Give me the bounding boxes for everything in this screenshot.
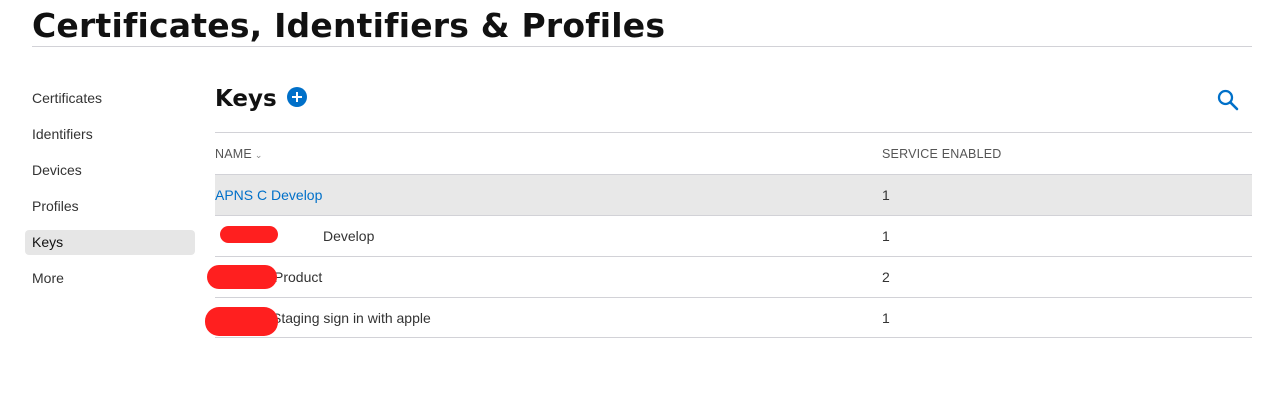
key-name: Develop bbox=[323, 228, 375, 244]
section-title: Keys bbox=[215, 86, 277, 112]
redaction-mark bbox=[207, 265, 277, 289]
sidebar-item-identifiers[interactable]: Identifiers bbox=[25, 122, 195, 147]
table-row[interactable]: APNS C Develop 1 bbox=[215, 174, 1252, 215]
keys-header: Keys bbox=[215, 86, 1252, 114]
column-header-name-label: NAME bbox=[215, 147, 252, 161]
redaction-mark bbox=[205, 307, 278, 336]
column-header-name[interactable]: NAME ⌄ bbox=[215, 147, 263, 161]
sidebar-item-certificates[interactable]: Certificates bbox=[25, 86, 195, 111]
service-count: 2 bbox=[882, 269, 890, 285]
key-name: Product bbox=[274, 269, 323, 285]
column-header-service: SERVICE ENABLED bbox=[882, 147, 1002, 161]
search-icon[interactable] bbox=[1216, 88, 1240, 112]
service-count: 1 bbox=[882, 310, 890, 326]
plus-circle-icon[interactable] bbox=[287, 87, 308, 107]
sidebar-item-profiles[interactable]: Profiles bbox=[25, 194, 195, 219]
page-title: Certificates, Identifiers & Profiles bbox=[32, 6, 666, 45]
service-count: 1 bbox=[882, 187, 890, 203]
keys-panel: Keys NAME ⌄ SERVICE ENABLED APNS C Develo… bbox=[205, 86, 1252, 338]
table-row[interactable]: Product 2 bbox=[207, 256, 1252, 297]
sidebar: Certificates Identifiers Devices Profile… bbox=[25, 86, 195, 302]
key-name: Staging sign in with apple bbox=[272, 310, 431, 326]
title-divider bbox=[32, 46, 1252, 47]
redaction-mark bbox=[220, 226, 278, 243]
sidebar-item-devices[interactable]: Devices bbox=[25, 158, 195, 183]
sidebar-item-keys[interactable]: Keys bbox=[25, 230, 195, 255]
chevron-down-icon: ⌄ bbox=[254, 150, 263, 160]
service-count: 1 bbox=[882, 228, 890, 244]
table-header: NAME ⌄ SERVICE ENABLED bbox=[215, 133, 1252, 174]
table-row[interactable]: Develop 1 bbox=[215, 215, 1252, 256]
table-row[interactable]: Staging sign in with apple 1 bbox=[205, 297, 1252, 338]
keys-table: NAME ⌄ SERVICE ENABLED APNS C Develop 1 D… bbox=[205, 132, 1252, 338]
key-name-link[interactable]: APNS C Develop bbox=[215, 187, 322, 203]
sidebar-item-more[interactable]: More bbox=[25, 266, 195, 291]
